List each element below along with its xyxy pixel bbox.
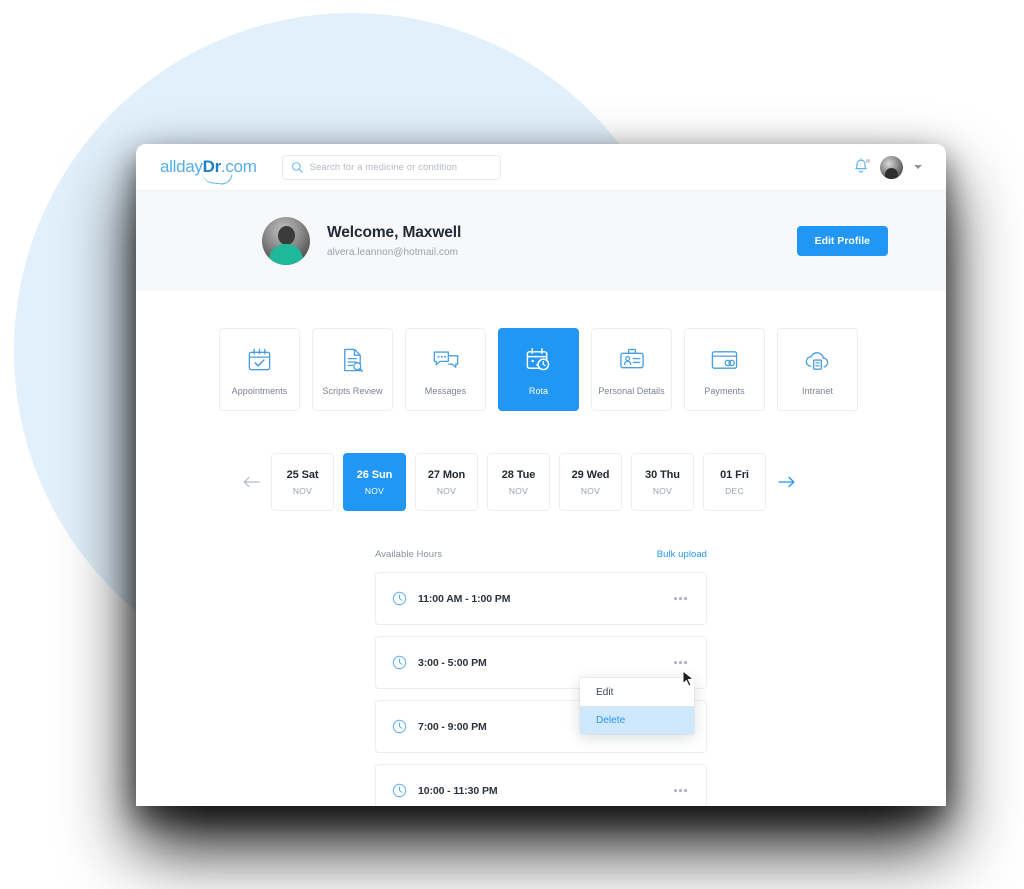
clock-icon [392, 719, 407, 734]
slot-context-menu: Edit Delete [580, 678, 694, 734]
document-search-icon [339, 343, 366, 377]
date-card-day: 25 Sat [286, 468, 319, 481]
date-card-27-mon[interactable]: 27 Mon NOV [415, 453, 478, 511]
page-title: Welcome, Maxwell [327, 224, 462, 241]
hour-slot-time: 10:00 - 11:30 PM [418, 784, 498, 797]
chevron-down-icon[interactable] [914, 165, 922, 169]
nav-card-label: Scripts Review [322, 386, 383, 396]
nav-card-rota[interactable]: Rota [498, 328, 579, 411]
date-card-26-sun[interactable]: 26 Sun NOV [343, 453, 406, 511]
arrow-left-icon[interactable] [240, 471, 262, 493]
more-options-icon[interactable] [672, 591, 689, 606]
browser-window: alldayDr.com Search for a medicine or co… [136, 144, 946, 806]
welcome-text-block: Welcome, Maxwell alvera.leannon@hotmail.… [327, 224, 461, 258]
date-card-30-thu[interactable]: 30 Thu NOV [631, 453, 694, 511]
calendar-clock-icon [524, 343, 553, 377]
nav-card-payments[interactable]: Payments [684, 328, 765, 411]
date-card-29-wed[interactable]: 29 Wed NOV [559, 453, 622, 511]
welcome-banner: Welcome, Maxwell alvera.leannon@hotmail.… [136, 191, 946, 291]
header-actions [853, 155, 922, 179]
date-card-day: 26 Sun [356, 468, 393, 481]
available-hours-section: Available Hours Bulk upload 11:00 AM - 1… [136, 511, 946, 806]
date-card-month: DEC [725, 485, 744, 496]
nav-card-appointments[interactable]: Appointments [219, 328, 300, 411]
nav-card-label: Messages [424, 386, 467, 396]
app-header: alldayDr.com Search for a medicine or co… [136, 144, 946, 191]
date-card-day: 29 Wed [571, 468, 610, 481]
nav-card-label: Personal Details [598, 386, 665, 396]
clock-icon [392, 655, 407, 670]
nav-card-personal-details[interactable]: Personal Details [591, 328, 672, 411]
clock-icon [392, 591, 407, 606]
mouse-cursor [682, 670, 695, 687]
date-card-month: NOV [652, 485, 673, 496]
date-card-25-sat[interactable]: 25 Sat NOV [271, 453, 334, 511]
available-hours-title: Available Hours [375, 549, 443, 560]
page-root: alldayDr.com Search for a medicine or co… [0, 0, 1024, 889]
date-card-day: 30 Thu [645, 468, 680, 481]
logo-stethoscope-swirl [201, 171, 233, 186]
search-placeholder: Search for a medicine or condition [309, 161, 458, 173]
menu-item-delete[interactable]: Delete [580, 706, 694, 734]
nav-card-label: Rota [528, 386, 549, 396]
id-badge-icon [618, 343, 646, 377]
avatar[interactable] [880, 155, 903, 179]
user-email: alvera.leannon@hotmail.com [327, 247, 458, 258]
clock-icon [392, 783, 407, 798]
date-card-month: NOV [508, 485, 529, 496]
bulk-upload-link[interactable]: Bulk upload [657, 549, 707, 560]
menu-item-edit[interactable]: Edit [580, 678, 694, 706]
date-strip: 25 Sat NOV 26 Sun NOV 27 Mon NOV 28 Tue … [136, 411, 946, 511]
hour-slot-row[interactable]: 10:00 - 11:30 PM [375, 764, 707, 806]
date-card-day: 28 Tue [501, 468, 536, 481]
avatar-head [278, 226, 295, 245]
date-card-month: NOV [292, 485, 313, 496]
nav-card-intranet[interactable]: Intranet [777, 328, 858, 411]
search-icon [291, 161, 303, 173]
edit-profile-button[interactable]: Edit Profile [796, 226, 888, 256]
nav-card-scripts-review[interactable]: Scripts Review [312, 328, 393, 411]
credit-card-icon [710, 343, 739, 377]
more-options-icon[interactable] [672, 783, 689, 798]
brand-logo[interactable]: alldayDr.com [149, 157, 257, 186]
search-input[interactable]: Search for a medicine or condition [281, 154, 501, 180]
notification-badge-dot [866, 159, 870, 163]
hour-slot-time: 3:00 - 5:00 PM [418, 656, 487, 669]
module-nav-cards: Appointments Scripts Review Messages Rot… [136, 291, 946, 411]
avatar-shirt [269, 244, 303, 265]
date-card-day: 27 Mon [427, 468, 466, 481]
nav-card-messages[interactable]: Messages [405, 328, 486, 411]
arrow-right-icon[interactable] [775, 471, 797, 493]
date-card-month: NOV [436, 485, 457, 496]
logo-part-allday: allday [160, 157, 203, 176]
date-card-day: 01 Fri [720, 468, 749, 481]
hour-slot-time: 11:00 AM - 1:00 PM [418, 592, 511, 605]
bell-icon[interactable] [853, 158, 870, 176]
nav-card-label: Appointments [231, 386, 288, 396]
chat-bubbles-icon [432, 343, 460, 377]
user-avatar-large [262, 217, 310, 265]
date-card-month: NOV [580, 485, 601, 496]
hour-slot-row[interactable]: 11:00 AM - 1:00 PM [375, 572, 707, 625]
available-hours-header: Available Hours Bulk upload [375, 549, 707, 560]
nav-card-label: Payments [704, 386, 745, 396]
hour-slot-time: 7:00 - 9:00 PM [418, 720, 487, 733]
nav-card-label: Intranet [802, 386, 833, 396]
date-card-28-tue[interactable]: 28 Tue NOV [487, 453, 550, 511]
cloud-file-icon [803, 343, 832, 377]
date-card-month: NOV [364, 485, 385, 496]
calendar-check-icon [246, 343, 273, 377]
more-options-icon[interactable] [672, 655, 689, 670]
date-card-01-fri[interactable]: 01 Fri DEC [703, 453, 766, 511]
